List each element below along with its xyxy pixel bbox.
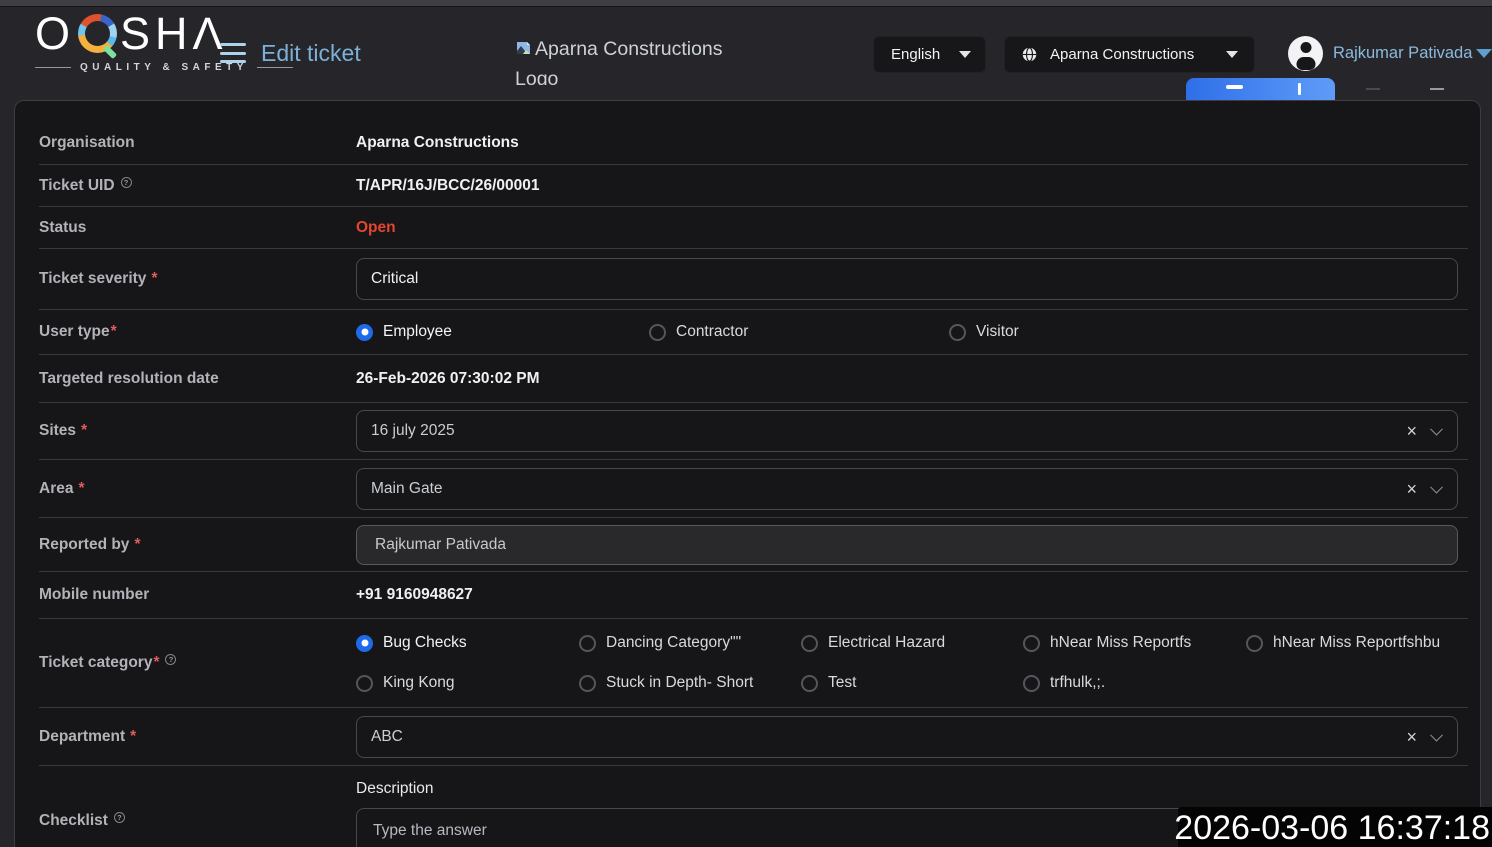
form-row-area: Area* Main Gate bbox=[39, 460, 1468, 518]
ticket-category-label: Ticket category* bbox=[39, 654, 356, 672]
radio-option-dancing-category[interactable]: Dancing Category"" bbox=[579, 634, 801, 652]
department-label: Department* bbox=[39, 728, 356, 746]
globe-icon bbox=[1021, 46, 1038, 63]
brand-tagline: QUALITY & SAFETY bbox=[35, 62, 293, 73]
timestamp-overlay: 2026-03-06 16:37:18 bbox=[1178, 807, 1492, 847]
form-row-status: Status Open bbox=[39, 207, 1468, 249]
brand-q-ring-icon bbox=[78, 14, 117, 53]
radio-option-king-kong[interactable]: King Kong bbox=[356, 674, 579, 692]
form-row-ticket-category: Ticket category* Bug Checks Dancing Cate… bbox=[39, 619, 1468, 708]
info-icon bbox=[165, 654, 176, 665]
info-icon bbox=[121, 177, 132, 188]
radio-unchecked-icon[interactable] bbox=[356, 675, 373, 692]
radio-unchecked-icon[interactable] bbox=[801, 675, 818, 692]
radio-unchecked-icon[interactable] bbox=[649, 324, 666, 341]
brand-letter-o: O bbox=[35, 11, 75, 56]
info-icon bbox=[114, 812, 125, 823]
targeted-resolution-date-label: Targeted resolution date bbox=[39, 370, 356, 388]
ticket-severity-input[interactable]: Critical bbox=[356, 258, 1458, 300]
organisation-label: Organisation bbox=[39, 134, 356, 152]
org-logo-broken-image: Aparna Constructions Logo bbox=[515, 34, 723, 85]
organisation-selector-button[interactable]: Aparna Constructions bbox=[1004, 36, 1255, 73]
radio-checked-icon[interactable] bbox=[356, 324, 373, 341]
caret-down-icon bbox=[959, 51, 971, 58]
checklist-label: Checklist bbox=[39, 780, 356, 830]
brand-logo: O SHΛ QUALITY & SAFETY bbox=[35, 11, 293, 73]
user-type-radio-group: Employee Contractor Visitor bbox=[356, 323, 1458, 341]
reported-by-label: Reported by* bbox=[39, 536, 356, 554]
area-label: Area* bbox=[39, 480, 356, 498]
organisation-value: Aparna Constructions bbox=[356, 134, 519, 152]
targeted-resolution-date-value: 26-Feb-2026 07:30:02 PM bbox=[356, 370, 540, 388]
toolbar-fragment-icon bbox=[1366, 88, 1380, 90]
radio-option-electrical-hazard[interactable]: Electrical Hazard bbox=[801, 634, 1023, 652]
ticket-category-radio-group: Bug Checks Dancing Category"" Electrical… bbox=[356, 634, 1458, 692]
status-label: Status bbox=[39, 219, 356, 237]
reported-by-input[interactable]: Rajkumar Pativada bbox=[356, 525, 1458, 565]
brand-letters-sha: SHΛ bbox=[120, 11, 228, 56]
radio-unchecked-icon[interactable] bbox=[801, 635, 818, 652]
sites-select[interactable]: 16 july 2025 bbox=[356, 410, 1458, 452]
ticket-form-panel: Organisation Aparna Constructions Ticket… bbox=[14, 100, 1481, 847]
chevron-down-icon[interactable] bbox=[1430, 728, 1443, 741]
radio-unchecked-icon[interactable] bbox=[949, 324, 966, 341]
form-row-mobile-number: Mobile number +91 9160948627 bbox=[39, 572, 1468, 619]
area-select[interactable]: Main Gate bbox=[356, 468, 1458, 510]
language-selector-button[interactable]: English bbox=[873, 36, 986, 73]
user-name[interactable]: Rajkumar Pativada bbox=[1333, 44, 1472, 63]
mobile-number-value: +91 9160948627 bbox=[356, 586, 473, 604]
clear-x-icon[interactable] bbox=[1406, 480, 1417, 498]
radio-option-trfhulk[interactable]: trfhulk,;. bbox=[1023, 674, 1246, 692]
browser-top-strip bbox=[0, 0, 1492, 7]
hamburger-menu-icon[interactable] bbox=[220, 43, 246, 63]
mobile-number-label: Mobile number bbox=[39, 586, 356, 604]
toolbar-fragment-icon bbox=[1430, 88, 1444, 90]
form-row-reported-by: Reported by* Rajkumar Pativada bbox=[39, 518, 1468, 572]
user-menu-caret-icon[interactable] bbox=[1476, 49, 1492, 58]
button-text-fragment bbox=[1298, 83, 1301, 95]
radio-option-bug-checks[interactable]: Bug Checks bbox=[356, 634, 579, 652]
chevron-down-icon[interactable] bbox=[1430, 423, 1443, 436]
status-badge: Open bbox=[356, 219, 396, 237]
user-avatar[interactable] bbox=[1288, 36, 1323, 71]
ticket-uid-label: Ticket UID bbox=[39, 177, 356, 195]
radio-option-test[interactable]: Test bbox=[801, 674, 1023, 692]
radio-option-employee[interactable]: Employee bbox=[356, 323, 649, 341]
radio-option-hnear-miss-reportfshbu[interactable]: hNear Miss Reportfshbu bbox=[1246, 634, 1458, 652]
radio-option-contractor[interactable]: Contractor bbox=[649, 323, 949, 341]
radio-option-hnear-miss-reportfs[interactable]: hNear Miss Reportfs bbox=[1023, 634, 1246, 652]
radio-option-stuck-in-depth-short[interactable]: Stuck in Depth- Short bbox=[579, 674, 801, 692]
radio-unchecked-icon[interactable] bbox=[1023, 675, 1040, 692]
form-row-organisation: Organisation Aparna Constructions bbox=[39, 121, 1468, 165]
button-icon-fragment bbox=[1226, 85, 1243, 89]
form-row-sites: Sites* 16 july 2025 bbox=[39, 403, 1468, 460]
broken-image-icon bbox=[515, 39, 533, 57]
form-row-user-type: User type* Employee Contractor Visitor bbox=[39, 310, 1468, 355]
form-row-department: Department* ABC bbox=[39, 708, 1468, 766]
chevron-down-icon[interactable] bbox=[1430, 480, 1443, 493]
tagline-line-right bbox=[257, 67, 293, 68]
sites-label: Sites* bbox=[39, 422, 356, 440]
radio-unchecked-icon[interactable] bbox=[579, 635, 596, 652]
user-type-label: User type* bbox=[39, 323, 356, 341]
checklist-description-label: Description bbox=[356, 780, 1458, 798]
clear-x-icon[interactable] bbox=[1406, 728, 1417, 746]
ticket-severity-label: Ticket severity* bbox=[39, 270, 356, 288]
tagline-line-left bbox=[35, 67, 71, 68]
radio-option-visitor[interactable]: Visitor bbox=[949, 323, 1019, 341]
radio-unchecked-icon[interactable] bbox=[1246, 635, 1263, 652]
radio-unchecked-icon[interactable] bbox=[579, 675, 596, 692]
page-title: Edit ticket bbox=[261, 40, 361, 67]
form-row-ticket-uid: Ticket UID T/APR/16J/BCC/26/00001 bbox=[39, 165, 1468, 207]
form-row-targeted-resolution-date: Targeted resolution date 26-Feb-2026 07:… bbox=[39, 355, 1468, 403]
radio-unchecked-icon[interactable] bbox=[1023, 635, 1040, 652]
ticket-uid-value: T/APR/16J/BCC/26/00001 bbox=[356, 177, 540, 195]
department-select[interactable]: ABC bbox=[356, 716, 1458, 758]
caret-down-icon bbox=[1226, 51, 1238, 58]
radio-checked-icon[interactable] bbox=[356, 635, 373, 652]
form-row-ticket-severity: Ticket severity* Critical bbox=[39, 249, 1468, 310]
clear-x-icon[interactable] bbox=[1406, 422, 1417, 440]
